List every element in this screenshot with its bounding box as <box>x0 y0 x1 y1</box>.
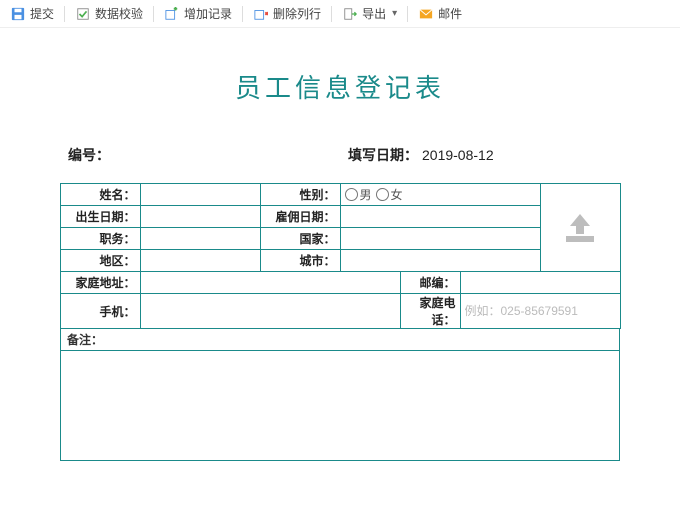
label-name: 姓名： <box>60 184 140 206</box>
hire-input[interactable] <box>345 210 536 224</box>
toolbar-delete-label: 删除列行 <box>273 5 321 22</box>
home-phone-input[interactable] <box>465 304 616 318</box>
toolbar-export-button[interactable]: 导出 ▾ <box>336 3 403 24</box>
toolbar-validate-label: 数据校验 <box>95 5 143 22</box>
date-field: 填写日期：2019-08-12 <box>348 145 632 165</box>
label-zip: 邮编： <box>400 272 460 294</box>
gender-female-radio[interactable] <box>376 188 389 201</box>
page-title: 员工信息登记表 <box>28 68 652 105</box>
toolbar-delete-button[interactable]: 删除列行 <box>247 3 327 24</box>
gender-male-radio[interactable] <box>345 188 358 201</box>
address-input[interactable] <box>145 276 396 290</box>
form-table: 姓名： 性别： 男 女 出生日期： 雇佣日期： <box>60 183 621 329</box>
country-input[interactable] <box>345 232 536 246</box>
photo-upload-button[interactable] <box>545 184 616 271</box>
name-input[interactable] <box>145 188 256 202</box>
toolbar: 提交 数据校验 增加记录 删除列行 导出 ▾ 邮件 <box>0 0 680 28</box>
toolbar-add-button[interactable]: 增加记录 <box>158 3 238 24</box>
add-row-icon <box>164 6 180 22</box>
meta-row: 编号： 填写日期：2019-08-12 <box>28 145 652 165</box>
label-birth: 出生日期： <box>60 206 140 228</box>
label-country: 国家： <box>260 228 340 250</box>
birth-input[interactable] <box>145 210 256 224</box>
gender-cell: 男 女 <box>340 184 540 206</box>
label-address: 家庭地址： <box>60 272 140 294</box>
toolbar-submit-button[interactable]: 提交 <box>4 3 60 24</box>
gender-male-option[interactable]: 男 <box>345 186 372 203</box>
check-icon <box>75 6 91 22</box>
label-home-phone: 家庭电话： <box>400 294 460 329</box>
position-input[interactable] <box>145 232 256 246</box>
toolbar-separator <box>331 6 332 22</box>
toolbar-submit-label: 提交 <box>30 5 54 22</box>
date-value: 2019-08-12 <box>422 147 494 163</box>
label-gender: 性别： <box>260 184 340 206</box>
toolbar-separator <box>242 6 243 22</box>
label-hire: 雇佣日期： <box>260 206 340 228</box>
city-input[interactable] <box>345 254 536 268</box>
toolbar-mail-label: 邮件 <box>438 5 462 22</box>
mobile-input[interactable] <box>145 304 396 318</box>
label-remark: 备注： <box>60 329 620 351</box>
zip-input[interactable] <box>465 276 616 290</box>
label-city: 城市： <box>260 250 340 272</box>
date-label: 填写日期： <box>348 147 418 163</box>
toolbar-validate-button[interactable]: 数据校验 <box>69 3 149 24</box>
mail-icon <box>418 6 434 22</box>
toolbar-separator <box>153 6 154 22</box>
remark-area: 备注： <box>60 329 620 461</box>
upload-icon <box>560 212 600 244</box>
form-container: 员工信息登记表 编号： 填写日期：2019-08-12 姓名： 性别： 男 女 <box>0 28 680 471</box>
export-icon <box>342 6 358 22</box>
toolbar-add-label: 增加记录 <box>184 5 232 22</box>
input-name-cell <box>140 184 260 206</box>
photo-upload-cell <box>540 184 620 272</box>
save-icon <box>10 6 26 22</box>
remark-textarea[interactable] <box>61 351 619 460</box>
label-region: 地区： <box>60 250 140 272</box>
chevron-down-icon: ▾ <box>392 8 397 19</box>
toolbar-mail-button[interactable]: 邮件 <box>412 3 468 24</box>
id-label: 编号： <box>68 145 348 165</box>
gender-female-option[interactable]: 女 <box>376 186 403 203</box>
delete-row-icon <box>253 6 269 22</box>
toolbar-export-label: 导出 <box>362 5 386 22</box>
label-mobile: 手机： <box>60 294 140 329</box>
toolbar-separator <box>407 6 408 22</box>
toolbar-separator <box>64 6 65 22</box>
region-input[interactable] <box>145 254 256 268</box>
label-position: 职务： <box>60 228 140 250</box>
